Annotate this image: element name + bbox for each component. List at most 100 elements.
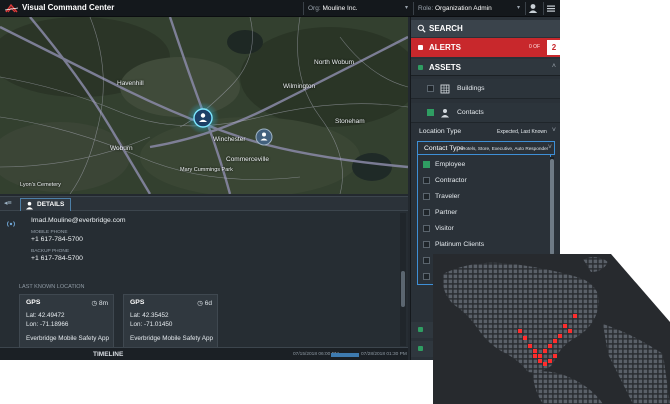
contact-type-value: Hotels, Store, Executive, Auto Responder [462, 146, 549, 151]
timeline-bar[interactable]: TIMELINE 07/15/2018 06:00 PM 07/28/2018 … [0, 347, 408, 360]
alerts-badge: 2 [547, 40, 560, 55]
last-known-location-heading: LAST KNOWN LOCATION [19, 284, 85, 290]
section-indicator [418, 327, 423, 332]
map-place-label: Woburn [110, 145, 133, 152]
user-icon [528, 4, 538, 13]
satellite-map[interactable]: Havenhill North Wobum Wilmington Winches… [0, 17, 408, 194]
search-icon [417, 24, 426, 33]
clock-icon: ◷ [91, 300, 99, 307]
chevron-down-icon: ˅ [551, 127, 556, 134]
timeline-label: TIMELINE [93, 351, 124, 358]
assets-label: ASSETS [429, 63, 462, 72]
layer-contacts-label: Contacts [457, 109, 484, 116]
alerts-label: ALERTS [429, 43, 461, 52]
search-section[interactable]: SEARCH [411, 20, 560, 37]
role-select[interactable]: Role: Organization Admin ▾ [413, 2, 523, 15]
map-place-label: North Wobum [314, 59, 354, 66]
contact-type-option[interactable]: Partner [418, 205, 550, 221]
layer-contacts-checkbox[interactable] [427, 109, 434, 116]
backup-phone-label: BACKUP PHONE [31, 249, 70, 254]
hamburger-menu-icon [547, 5, 555, 12]
option-label: Traveler [435, 193, 460, 200]
assets-section[interactable]: ASSETS ˄ [411, 59, 560, 76]
location-card-lat: Lat: 42.35452 [130, 312, 169, 319]
contact-type-option[interactable]: Platinum Clients [418, 237, 550, 253]
location-card-title: GPS [130, 299, 145, 306]
location-card-source: Everbridge Mobile Safety App [26, 335, 109, 342]
timeline-end-date: 07/28/2018 01:30 PM [361, 352, 407, 357]
layer-contacts[interactable]: Contacts [411, 103, 560, 123]
scrollbar-thumb[interactable] [550, 159, 554, 255]
app-title: Visual Command Center [22, 3, 115, 12]
tab-details-label: DETAILS [37, 201, 65, 208]
clock-icon: ◷ [197, 300, 205, 307]
map-place-label: Mary Cummings Park [180, 167, 233, 173]
location-card-title: GPS [26, 299, 41, 306]
role-label: Role: [418, 5, 434, 12]
location-card-lat: Lat: 42.49472 [26, 312, 65, 319]
org-value: Mouline Inc. [322, 5, 358, 12]
person-icon [441, 109, 449, 118]
contact-type-option[interactable]: Traveler [418, 189, 550, 205]
details-panel: ◂≡ DETAILS Imad.Mouline@everbridge.com M… [0, 196, 408, 360]
option-checkbox[interactable] [423, 241, 430, 248]
location-type-select[interactable]: Location Type Expected, Last Known ˅ [411, 124, 560, 140]
details-tab-bar: ◂≡ DETAILS [0, 197, 408, 211]
details-scrollbar[interactable] [400, 213, 406, 346]
chevron-down-icon: ▾ [516, 5, 520, 11]
main-menu-button[interactable] [543, 2, 557, 15]
mobile-phone-label: MOBILE PHONE [31, 230, 68, 235]
contact-email: Imad.Mouline@everbridge.com [31, 217, 126, 224]
contact-type-option[interactable]: Contractor [418, 173, 550, 189]
tab-details[interactable]: DETAILS [20, 198, 72, 211]
contact-type-option[interactable]: Employee [418, 157, 550, 173]
mobile-phone-value: +1 617-784-5700 [31, 236, 83, 243]
option-label: Partner [435, 209, 458, 216]
alerts-indicator [418, 45, 423, 50]
timeline-range-slider[interactable] [331, 353, 359, 357]
location-card-lon: Lon: -71.18966 [26, 321, 69, 328]
alerts-section[interactable]: ALERTS 0 OF 2 [411, 38, 560, 57]
map-place-label: Stoneham [335, 118, 365, 125]
search-label: SEARCH [429, 24, 463, 33]
everbridge-logo-icon [5, 3, 18, 13]
heatmap-overlay [433, 254, 670, 404]
contact-type-option[interactable]: Visitor [418, 221, 550, 237]
map-place-label: Commerceville [226, 156, 269, 163]
location-card[interactable]: GPS ◷ 6d Lat: 42.35452 Lon: -71.01450 Ev… [123, 294, 218, 350]
option-checkbox[interactable] [423, 257, 430, 264]
top-bar: Visual Command Center Org: Mouline Inc. … [0, 0, 560, 17]
contact-type-select[interactable]: Contact Type Hotels, Store, Executive, A… [417, 141, 555, 155]
wireless-signal-icon [7, 221, 15, 227]
option-label: Employee [435, 161, 466, 168]
location-card-age: ◷ 8m [91, 300, 108, 307]
user-menu-button[interactable] [525, 2, 539, 15]
option-checkbox[interactable] [423, 273, 430, 280]
option-checkbox[interactable] [423, 225, 430, 232]
option-checkbox[interactable] [423, 209, 430, 216]
option-checkbox[interactable] [423, 161, 430, 168]
scrollbar-thumb[interactable] [401, 271, 405, 307]
chevron-up-icon: ˄ [551, 63, 556, 70]
location-card-source: Everbridge Mobile Safety App [130, 335, 213, 342]
option-checkbox[interactable] [423, 177, 430, 184]
org-select[interactable]: Org: Mouline Inc. ▾ [303, 2, 411, 15]
map-place-label: Lyon's Cemetery [20, 182, 61, 188]
person-icon [26, 201, 33, 210]
location-card-age: ◷ 6d [197, 300, 212, 307]
option-label: Contractor [435, 177, 467, 184]
backup-phone-value: +1 617-784-5700 [31, 255, 83, 262]
map-place-label: Wilmington [283, 83, 316, 90]
chevron-down-icon: ˅ [547, 144, 552, 151]
panel-collapse-icon[interactable]: ◂≡ [4, 199, 12, 207]
location-type-value: Expected, Last Known [497, 129, 547, 135]
layer-buildings-checkbox[interactable] [427, 85, 434, 92]
contact-type-label: Contact Type [424, 145, 464, 152]
role-value: Organization Admin [435, 5, 492, 12]
location-type-label: Location Type [419, 128, 462, 135]
map-place-label: Winchester [213, 136, 246, 143]
alerts-count: 0 OF [529, 44, 541, 50]
layer-buildings[interactable]: Buildings [411, 79, 560, 99]
location-card[interactable]: GPS ◷ 8m Lat: 42.49472 Lon: -71.18966 Ev… [19, 294, 114, 350]
option-checkbox[interactable] [423, 193, 430, 200]
